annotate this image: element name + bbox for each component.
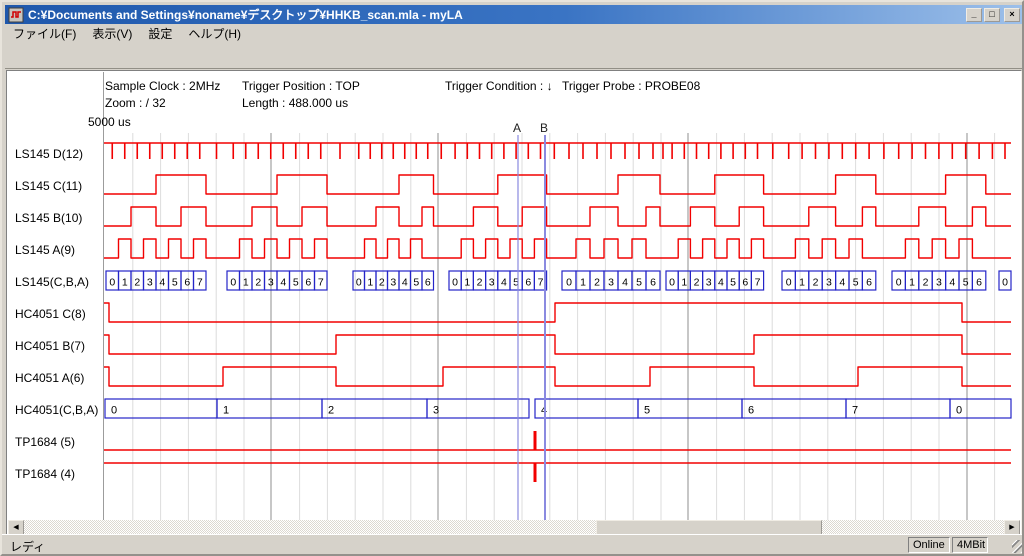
bus-cell (638, 399, 742, 418)
bus-cell-value: 6 (425, 277, 431, 289)
bus-cell-value: 6 (525, 277, 531, 289)
bus-cell-value: 2 (477, 277, 483, 289)
bus-cell-value: 7 (197, 277, 203, 289)
bus-cell-value: 7 (852, 405, 858, 417)
digital-wave (104, 335, 1011, 354)
bus-cell-value: 0 (1002, 277, 1008, 289)
bus-cell (427, 399, 529, 418)
bus-cell-value: 3 (608, 277, 614, 289)
bus-cell-value: 1 (799, 277, 805, 289)
bus-cell-value: 6 (748, 405, 754, 417)
bus-cell-value: 0 (669, 277, 675, 289)
bus-cell-value: 3 (433, 405, 439, 417)
bus-cell-value: 4 (622, 277, 628, 289)
bus-cell-value: 0 (566, 277, 572, 289)
digital-wave (104, 207, 1011, 226)
bus-cell-value: 6 (866, 277, 872, 289)
bus-cell (742, 399, 846, 418)
bus-cell-value: 6 (184, 277, 190, 289)
bus-cell-value: 0 (111, 405, 117, 417)
bus-cell-value: 1 (909, 277, 915, 289)
digital-wave (104, 239, 1011, 258)
bus-cell-value: 2 (813, 277, 819, 289)
bus-cell-value: 5 (963, 277, 969, 289)
bus-cell-value: 2 (328, 405, 334, 417)
bus-cell-value: 1 (223, 405, 229, 417)
bus-cell-value: 1 (681, 277, 687, 289)
digital-wave (104, 367, 1011, 386)
bus-cell (535, 399, 638, 418)
status-bar: レディ Online 4MBit (2, 534, 1024, 554)
bus-cell-value: 5 (636, 277, 642, 289)
bus-cell-value: 6 (976, 277, 982, 289)
digital-wave (104, 303, 1011, 322)
bus-cell-value: 4 (402, 277, 408, 289)
marker-a-label: A (513, 121, 521, 135)
bus-cell-value: 4 (159, 277, 165, 289)
bus-cell-value: 5 (644, 405, 650, 417)
bus-cell-value: 0 (356, 277, 362, 289)
bus-cell-value: 3 (706, 277, 712, 289)
bus-cell-value: 6 (650, 277, 656, 289)
status-ready: レディ (10, 538, 45, 555)
bus-cell-value: 0 (230, 277, 236, 289)
status-online: Online (908, 537, 950, 553)
bus-cell-value: 0 (109, 277, 115, 289)
bus-cell-value: 2 (379, 277, 385, 289)
bus-cell-value: 0 (452, 277, 458, 289)
bus-cell-value: 2 (134, 277, 140, 289)
status-memory: 4MBit (952, 537, 988, 553)
digital-wave (104, 175, 1011, 194)
bus-cell-value: 5 (853, 277, 859, 289)
tp-pulse (534, 463, 537, 482)
bus-cell-value: 4 (280, 277, 286, 289)
bus-cell-value: 0 (896, 277, 902, 289)
bus-cell-value: 1 (367, 277, 373, 289)
waveform-plot: 0123456701234567012345601234567012345601… (2, 2, 1024, 556)
bus-cell-value: 4 (839, 277, 845, 289)
bus-cell-value: 5 (172, 277, 178, 289)
bus-cell (846, 399, 950, 418)
bus-cell-value: 7 (755, 277, 761, 289)
bus-cell-value: 1 (580, 277, 586, 289)
bus-cell-value: 4 (949, 277, 955, 289)
app-window: C:¥Documents and Settings¥noname¥デスクトップ¥… (0, 0, 1024, 556)
bus-cell-value: 3 (489, 277, 495, 289)
bus-cell-value: 7 (538, 277, 544, 289)
bus-cell-value: 6 (742, 277, 748, 289)
bus-cell-value: 3 (268, 277, 274, 289)
bus-cell-value: 5 (293, 277, 299, 289)
bus-cell-value: 2 (255, 277, 261, 289)
bus-cell-value: 2 (594, 277, 600, 289)
bus-cell-value: 3 (936, 277, 942, 289)
resize-grip[interactable] (1012, 540, 1024, 553)
tp-pulse (534, 431, 537, 450)
bus-cell-value: 3 (147, 277, 153, 289)
bus-cell-value: 1 (243, 277, 249, 289)
bus-cell-value: 3 (826, 277, 832, 289)
bus-cell-value: 5 (730, 277, 736, 289)
bus-cell-value: 1 (464, 277, 470, 289)
bus-cell-value: 5 (413, 277, 419, 289)
bus-cell-value: 2 (923, 277, 929, 289)
bus-cell-value: 0 (956, 405, 962, 417)
bus-cell-value: 0 (786, 277, 792, 289)
bus-cell-value: 1 (122, 277, 128, 289)
bus-cell (217, 399, 322, 418)
bus-cell-value: 7 (318, 277, 324, 289)
bus-cell-value: 4 (718, 277, 724, 289)
marker-b-label: B (540, 121, 548, 135)
bus-cell-value: 6 (305, 277, 311, 289)
bus-cell-value: 3 (390, 277, 396, 289)
bus-cell-value: 2 (694, 277, 700, 289)
bus-cell-value: 4 (501, 277, 507, 289)
